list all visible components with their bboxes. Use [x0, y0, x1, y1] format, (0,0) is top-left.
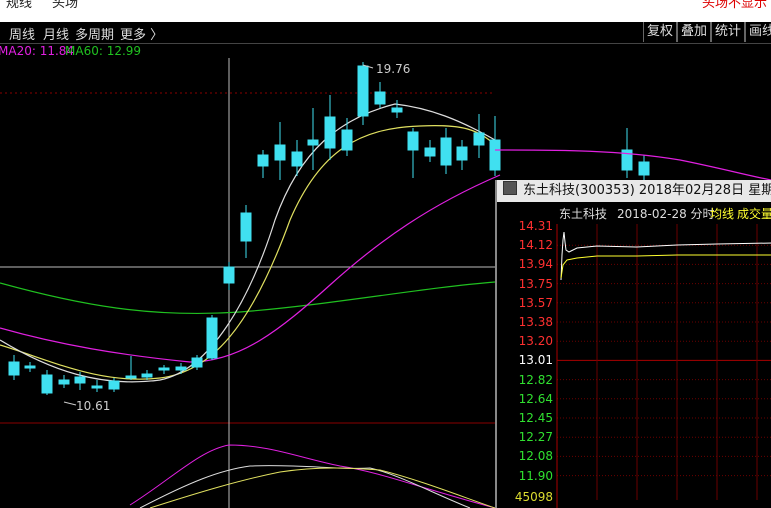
indicator-line-1 — [129, 444, 496, 508]
price-level-label: 12.27 — [518, 430, 553, 445]
price-level-label: 14.31 — [518, 219, 553, 233]
candle-body — [191, 357, 203, 368]
period-multi[interactable]: 多周期 — [75, 24, 114, 43]
candle-body — [407, 131, 419, 151]
candle-body — [324, 116, 336, 149]
price-level-label: 13.57 — [518, 295, 553, 310]
popup-date: 2018-02-28 分时 — [617, 207, 715, 221]
candle-body — [175, 366, 187, 371]
ma20-readout: MA20: 11.84 — [0, 44, 75, 58]
app-icon — [503, 181, 517, 195]
candle-body — [141, 373, 153, 378]
candle-body — [374, 91, 386, 105]
tab-partial-2[interactable]: 头场 — [52, 0, 78, 11]
period-more[interactable]: 更多 〉 — [120, 24, 163, 43]
top-right-status[interactable]: 头场不显示 — [702, 0, 767, 11]
candle-body — [125, 375, 137, 379]
ma10-line — [0, 124, 501, 380]
price-level-label: 12.64 — [518, 391, 553, 406]
price-level-label: 12.08 — [518, 449, 553, 464]
price-level-label: 12.82 — [518, 372, 553, 387]
candle-body — [158, 367, 170, 371]
candle-body — [240, 212, 252, 242]
candle-body — [274, 144, 286, 161]
candle-body — [456, 146, 468, 161]
popup-stock-name: 东土科技 — [559, 207, 608, 221]
price-level-label: 13.01 — [518, 353, 553, 368]
candle-body — [473, 132, 485, 146]
popup-title: 东土科技(300353) 2018年02月28日 星期三 Pa — [523, 183, 771, 198]
ma20-line-right — [494, 149, 771, 181]
candle-body — [257, 154, 269, 167]
indicator-line-2 — [139, 465, 471, 508]
ma5-line — [0, 103, 496, 383]
ma20-line — [0, 174, 501, 363]
indicator-line-3 — [149, 467, 496, 508]
candle-body — [424, 147, 436, 157]
top-tab-strip: 规线 头场 头场不显示 — [0, 0, 771, 22]
candle-body — [8, 361, 20, 376]
candle-body — [489, 139, 501, 171]
intraday-popup-window[interactable]: 东土科技(300353) 2018年02月28日 星期三 Pa 东土科技 201… — [495, 180, 771, 508]
candle-body — [291, 151, 303, 167]
candle-body — [91, 385, 103, 389]
candle-body — [74, 376, 86, 384]
volume-level-label: 45098 — [514, 489, 553, 504]
candle-body — [58, 379, 70, 385]
avg-price-line — [560, 254, 771, 279]
candle-body — [307, 139, 319, 146]
draw-line-button[interactable]: 画线 — [745, 22, 771, 42]
candle-body — [341, 129, 353, 151]
adjust-rights-button[interactable]: 复权 — [643, 22, 677, 42]
price-level-label: 13.75 — [518, 276, 553, 291]
statistics-button[interactable]: 统计 — [711, 22, 745, 42]
candle-body — [108, 380, 120, 390]
candle-body — [638, 161, 650, 176]
candle-body — [223, 266, 235, 284]
candle-body — [24, 365, 36, 369]
candle-body — [41, 374, 53, 394]
price-level-label: 14.12 — [518, 238, 553, 253]
price-level-label: 12.45 — [518, 411, 553, 425]
high-price-label: 19.76 — [376, 62, 410, 76]
candle-body — [206, 317, 218, 359]
tab-partial-1[interactable]: 规线 — [6, 0, 32, 11]
popup-title-bar[interactable]: 东土科技(300353) 2018年02月28日 星期三 Pa — [497, 180, 771, 202]
price-level-label: 13.94 — [518, 257, 553, 272]
candle-body — [391, 107, 403, 113]
period-week[interactable]: 周线 — [9, 24, 35, 43]
overlay-button[interactable]: 叠加 — [677, 22, 711, 42]
ma60-line — [0, 281, 496, 315]
low-marker-arrow — [63, 401, 77, 406]
ma60-readout: MA60: 12.99 — [65, 44, 142, 58]
price-level-label: 13.38 — [518, 315, 553, 329]
low-price-label: 10.61 — [76, 399, 110, 413]
price-level-label: 11.90 — [518, 468, 553, 483]
price-level-label: 13.20 — [518, 334, 553, 349]
period-month[interactable]: 月线 — [43, 24, 69, 43]
volume-label[interactable]: 成交量 — [737, 204, 771, 224]
period-toolbar: 周线 月线 多周期 更多 〉 复权 叠加 统计 画线 — [0, 22, 771, 44]
avg-line-label[interactable]: 均线 — [710, 204, 734, 224]
candle-body — [440, 137, 452, 166]
candle-body — [357, 65, 369, 117]
